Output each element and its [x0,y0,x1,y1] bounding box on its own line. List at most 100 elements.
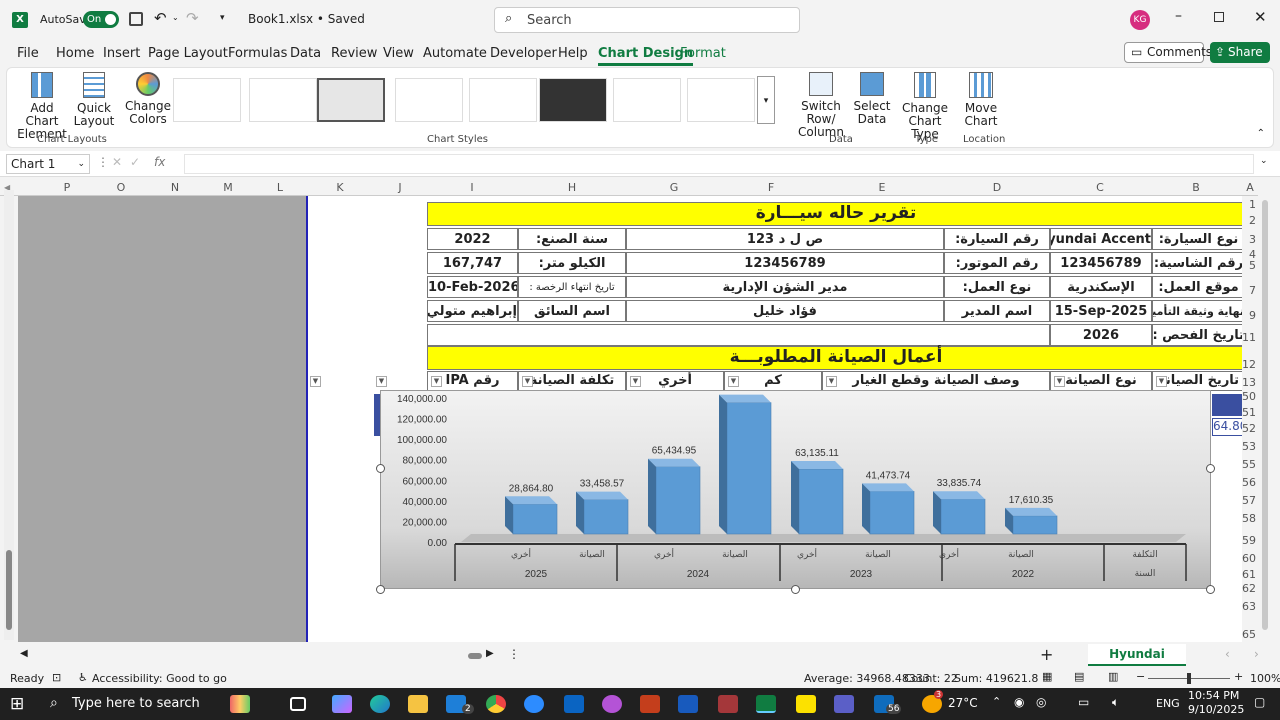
cell-label[interactable]: نهاية وثيقة التأمين [1152,300,1245,322]
menu-file[interactable]: File [17,46,39,61]
menu-developer[interactable]: Developer [490,46,557,61]
row-header[interactable]: 13 [1242,376,1256,389]
row-header[interactable]: 2 [1249,214,1256,227]
cell-value[interactable]: 2026 [1050,324,1152,346]
report-title[interactable]: تقرير حاله سيـــارة [427,202,1245,226]
cell-value[interactable]: 2022 [427,228,518,250]
zoom-slider-thumb[interactable] [1187,673,1191,684]
cell-label[interactable]: رقم الموتور: [944,252,1050,274]
column-header[interactable]: K [306,180,374,196]
chart-styles-more-button[interactable]: ▾ [757,76,775,124]
cell-value[interactable]: 167,747 [427,252,518,274]
chrome-icon[interactable] [486,695,506,713]
filter-dropdown-icon[interactable]: ▼ [522,376,533,387]
row-header[interactable]: 59 [1242,534,1256,547]
cell-label[interactable]: اسم المدير [944,300,1050,322]
cell-label[interactable]: سنة الصنع: [518,228,626,250]
row-header[interactable]: 12 [1242,358,1256,371]
chart[interactable]: 140,000.00 120,000.00 100,000.00 80,000.00 6… [380,390,1211,589]
scroll-thumb[interactable] [6,550,12,630]
status-count[interactable]: Count: 22 [904,672,958,685]
hscroll-thumb[interactable] [468,653,482,659]
tray-icon[interactable]: ◉ [1014,695,1024,709]
network-icon[interactable]: ▭ [1078,695,1089,709]
add-sheet-icon[interactable]: + [1040,645,1053,664]
zoom-out-icon[interactable]: − [1136,670,1145,683]
share-button[interactable]: ⇪ Share [1210,42,1270,63]
table-header[interactable]: نوع الصيانة [1050,371,1152,391]
qat-customize-icon[interactable]: ▾ [220,13,225,23]
filter-dropdown-icon[interactable]: ▼ [1156,376,1167,387]
cell-label[interactable]: الكيلو متر: [518,252,626,274]
cell-label[interactable]: اسم السائق [518,300,626,322]
tab-prev-icon[interactable]: ‹ [1225,647,1230,661]
tray-icon[interactable]: ◎ [1036,695,1046,709]
enter-icon[interactable]: ✓ [130,155,140,169]
menu-data[interactable]: Data [290,46,321,61]
column-header[interactable]: I [426,180,518,196]
menu-home[interactable]: Home [56,46,94,61]
chart-style-4[interactable] [395,78,463,122]
menu-format[interactable]: Format [680,46,726,61]
cell-value[interactable]: 10-Feb-2026 [427,276,518,298]
expand-formula-bar-icon[interactable]: ⌄ [1260,156,1268,166]
row-header[interactable]: 51 [1242,406,1256,419]
chart-style-5[interactable] [469,78,537,122]
column-header[interactable]: G [626,180,722,196]
chart-style-1[interactable] [173,78,241,122]
row-header[interactable]: 5 [1249,259,1256,272]
cell-label[interactable]: تاريخ انتهاء الرخصة : [518,276,626,298]
word-icon[interactable] [678,695,698,713]
row-header[interactable]: 9 [1249,309,1256,322]
table-header[interactable]: تكلفة الصيانة [518,371,626,391]
excel-icon[interactable] [756,695,776,713]
cell-value[interactable]: الإسكندرية [1050,276,1152,298]
cell-value[interactable]: 123456789 [1050,252,1152,274]
vscroll-thumb[interactable] [1262,200,1268,630]
column-header[interactable]: O [94,180,148,196]
resize-handle[interactable] [1206,585,1215,594]
resize-handle[interactable] [376,585,385,594]
section-title[interactable]: أعمال الصيانة المطلوبـــة [427,346,1245,370]
restore-icon[interactable] [1214,12,1224,22]
row-header[interactable]: 65 [1242,628,1256,641]
undo-dropdown-icon[interactable]: ⌄ [172,13,179,22]
cell-value[interactable]: إبراهيم متولي [427,300,518,322]
more-options-icon[interactable]: ⋮ [97,155,109,169]
clock-date[interactable]: 9/10/2025 [1188,703,1244,716]
resize-handle[interactable] [376,464,385,473]
zoom-slider[interactable] [1148,673,1230,684]
row-header[interactable]: 60 [1242,552,1256,565]
row-header[interactable]: 1 [1249,198,1256,211]
row-header[interactable]: 3 [1249,233,1256,246]
chart-svg[interactable]: 140,000.00 120,000.00 100,000.00 80,000.00 6… [381,391,1212,590]
filter-dropdown-icon[interactable]: ▼ [310,376,321,387]
filter-dropdown-icon[interactable]: ▼ [826,376,837,387]
menu-chart-design[interactable]: Chart Design [598,46,694,66]
undo-icon[interactable]: ↶ [154,9,167,27]
row-header[interactable]: 55 [1242,458,1256,471]
selected-cells[interactable] [1212,394,1246,416]
cell-value[interactable]: مدير الشؤن الإدارية [626,276,944,298]
minimize-icon[interactable]: – [1175,8,1182,24]
sheet-options-icon[interactable]: ⋮ [508,647,520,661]
autosave-toggle[interactable]: On [83,11,119,28]
column-header[interactable]: B [1150,180,1242,196]
menu-insert[interactable]: Insert [103,46,140,61]
column-header[interactable]: F [722,180,820,196]
row-header[interactable]: 57 [1242,494,1256,507]
move-chart-button[interactable]: Move Chart [959,72,1003,128]
temperature[interactable]: 27°C [948,696,978,710]
column-header[interactable]: C [1050,180,1150,196]
task-view-icon[interactable] [290,697,306,711]
chart-style-3[interactable] [317,78,385,122]
volume-icon[interactable]: 🔈︎ [1112,695,1119,710]
add-chart-element-button[interactable]: Add Chart Element [15,72,69,141]
taskbar-search[interactable]: Type here to search [72,696,200,711]
cell-value[interactable]: 123456789 [626,252,944,274]
page-break-view-icon[interactable]: ▥ [1108,670,1118,683]
row-header[interactable]: 52 [1242,422,1256,435]
powerpoint-icon[interactable] [640,695,660,713]
media-icon[interactable] [602,695,622,713]
cell-label[interactable]: موقع العمل: [1152,276,1245,298]
